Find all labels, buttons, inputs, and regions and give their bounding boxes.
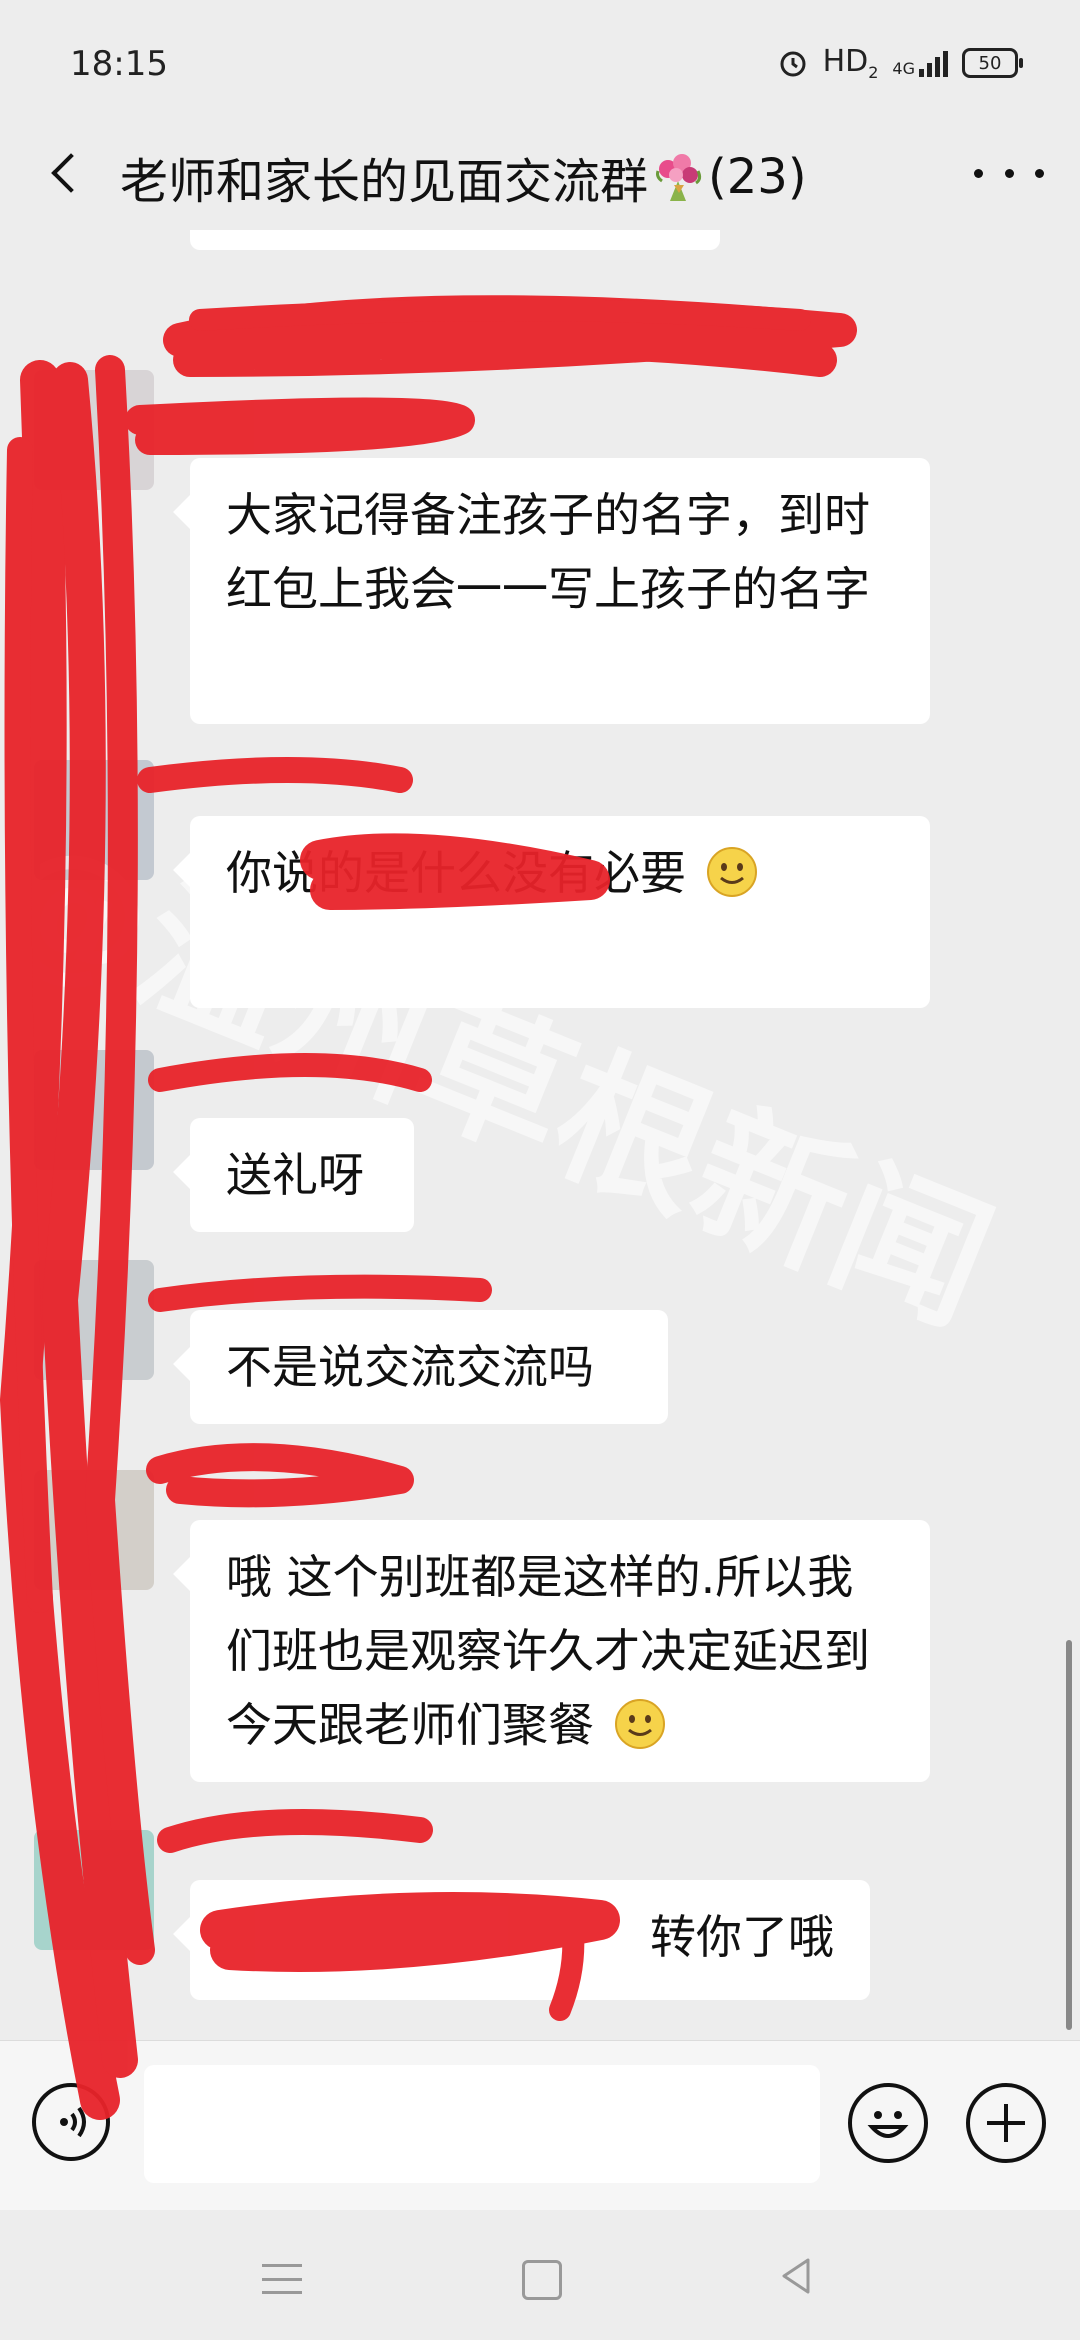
scrollbar[interactable] bbox=[1066, 1640, 1072, 2030]
bouquet-icon bbox=[656, 154, 702, 201]
status-time: 18:15 bbox=[70, 44, 168, 84]
page-title: 老师和家长的见面交流群 (23) bbox=[120, 142, 807, 212]
previous-message-bubble bbox=[190, 230, 720, 250]
avatar[interactable] bbox=[34, 760, 154, 880]
message-bubble[interactable]: 送礼呀 bbox=[190, 1118, 414, 1232]
message-text: 哦 这个别班都是这样的.所以我们班也是观察许久才决定延迟到今天跟老师们聚餐 bbox=[226, 1550, 870, 1752]
message-bubble[interactable]: 你说的是什么没有必要 bbox=[190, 816, 930, 1008]
message-bubble[interactable]: 不是说交流交流吗 bbox=[190, 1310, 668, 1424]
back-button[interactable] bbox=[30, 138, 100, 208]
menu-icon[interactable] bbox=[262, 2264, 302, 2294]
message-bubble[interactable]: 大家记得备注孩子的名字，到时红包上我会一一写上孩子的名字 bbox=[190, 458, 930, 724]
message-text: 送礼呀 bbox=[226, 1148, 364, 1202]
chat-area[interactable]: 大家记得备注孩子的名字，到时红包上我会一一写上孩子的名字 你说的是什么没有必要 … bbox=[0, 230, 1080, 2040]
voice-icon bbox=[60, 2106, 86, 2138]
network-hd-label: HD2 bbox=[822, 44, 879, 82]
message-text: 不是说交流交流吗 bbox=[226, 1340, 594, 1394]
more-button[interactable] bbox=[974, 148, 1044, 198]
home-icon[interactable] bbox=[522, 2260, 562, 2300]
message-input[interactable] bbox=[144, 2065, 820, 2183]
avatar[interactable] bbox=[34, 1260, 154, 1380]
status-icons: HD2 4G 50 bbox=[777, 44, 1023, 82]
message-text: 大家记得备注孩子的名字，到时红包上我会一一写上孩子的名字 bbox=[226, 488, 870, 616]
signal-icon: 4G bbox=[892, 49, 948, 77]
group-name: 老师和家长的见面交流群 bbox=[120, 154, 649, 210]
member-count: (23) bbox=[708, 149, 807, 205]
message-text: 转你了哦 bbox=[650, 1910, 834, 1964]
emoji-button[interactable] bbox=[848, 2083, 928, 2163]
avatar[interactable] bbox=[34, 1470, 154, 1590]
plus-button[interactable] bbox=[966, 2083, 1046, 2163]
message-text: 你说的是什么没有必要 bbox=[226, 846, 686, 900]
smile-emoji-icon bbox=[614, 1699, 665, 1749]
message-bubble[interactable]: 哦 这个别班都是这样的.所以我们班也是观察许久才决定延迟到今天跟老师们聚餐 bbox=[190, 1520, 930, 1782]
alarm-icon bbox=[780, 51, 806, 77]
system-nav-bar bbox=[0, 2210, 1080, 2340]
avatar[interactable] bbox=[34, 1830, 154, 1950]
chat-header: 老师和家长的见面交流群 (23) bbox=[0, 120, 1080, 230]
back-triangle-icon[interactable] bbox=[776, 2256, 816, 2296]
message-bubble[interactable]: 转你了哦 bbox=[190, 1880, 870, 2000]
status-bar: 18:15 HD2 4G 50 bbox=[0, 0, 1080, 130]
avatar[interactable] bbox=[34, 370, 154, 490]
input-bar bbox=[0, 2040, 1080, 2211]
avatar[interactable] bbox=[34, 1050, 154, 1170]
battery-icon: 50 bbox=[962, 48, 1023, 78]
smile-emoji-icon bbox=[706, 847, 757, 897]
voice-button[interactable] bbox=[32, 2083, 110, 2161]
emoji-icon bbox=[867, 2111, 909, 2138]
